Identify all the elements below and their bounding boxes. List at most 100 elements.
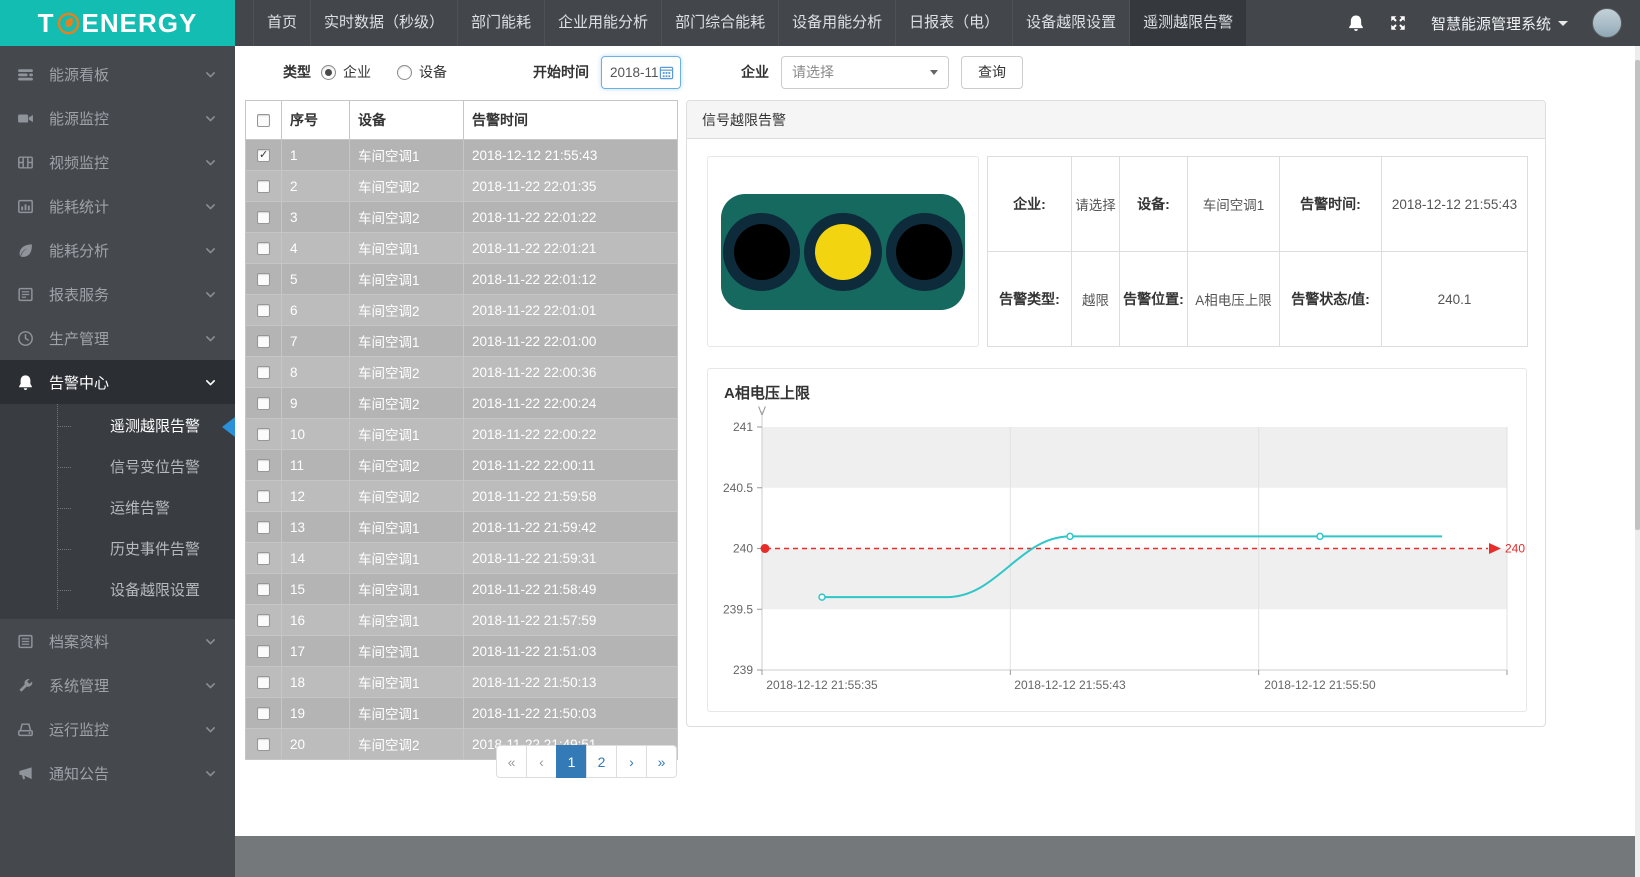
system-title-dropdown[interactable]: 智慧能源管理系统	[1431, 13, 1568, 34]
top-nav-item[interactable]: 遥测越限告警	[1129, 0, 1246, 46]
top-nav-item[interactable]: 部门综合能耗	[661, 0, 778, 46]
row-checkbox[interactable]	[257, 273, 270, 286]
page-button[interactable]: «	[496, 745, 527, 778]
sidebar-subitem[interactable]: 运维告警	[0, 488, 235, 529]
top-nav-item[interactable]: 企业用能分析	[544, 0, 661, 46]
clock-icon	[17, 330, 34, 347]
table-row[interactable]: 14车间空调12018-11-22 21:59:31	[246, 543, 678, 574]
row-checkbox-cell	[246, 450, 282, 481]
sidebar-item[interactable]: 生产管理	[0, 316, 235, 360]
sidebar-item[interactable]: 视频监控	[0, 140, 235, 184]
sidebar-item[interactable]: 运行监控	[0, 707, 235, 751]
start-time-input[interactable]: 2018-11	[601, 56, 681, 89]
sidebar-item[interactable]: 能耗分析	[0, 228, 235, 272]
row-checkbox[interactable]	[257, 521, 270, 534]
table-row[interactable]: 13车间空调12018-11-22 21:59:42	[246, 512, 678, 543]
row-cell-num: 3	[282, 202, 350, 233]
table-row[interactable]: 9车间空调22018-11-22 22:00:24	[246, 388, 678, 419]
row-checkbox[interactable]	[257, 211, 270, 224]
row-checkbox[interactable]	[257, 707, 270, 720]
sidebar-item[interactable]: 告警中心	[0, 360, 235, 404]
top-nav-item[interactable]: 实时数据（秒级）	[310, 0, 457, 46]
table-row[interactable]: 19车间空调12018-11-22 21:50:03	[246, 698, 678, 729]
table-row[interactable]: 12车间空调22018-11-22 21:59:58	[246, 481, 678, 512]
header-right: 智慧能源管理系统	[1347, 0, 1640, 46]
avatar[interactable]	[1592, 8, 1622, 38]
table-row[interactable]: 11车间空调22018-11-22 22:00:11	[246, 450, 678, 481]
page-scrollbar[interactable]	[1635, 46, 1640, 877]
sidebar-item[interactable]: 通知公告	[0, 751, 235, 795]
table-row[interactable]: 5车间空调12018-11-22 22:01:12	[246, 264, 678, 295]
sidebar-item[interactable]: 能耗统计	[0, 184, 235, 228]
info-value: 2018-12-12 21:55:43	[1382, 157, 1528, 252]
top-nav-item[interactable]: 部门能耗	[457, 0, 544, 46]
row-checkbox[interactable]	[257, 583, 270, 596]
top-nav-item[interactable]: 日报表（电）	[895, 0, 1012, 46]
row-checkbox[interactable]	[257, 366, 270, 379]
info-value: 越限	[1072, 252, 1120, 347]
select-all-checkbox[interactable]	[257, 114, 270, 127]
page-button[interactable]: ›	[616, 745, 647, 778]
radio-enterprise[interactable]: 企业	[321, 62, 371, 82]
enterprise-select[interactable]: 请选择	[781, 56, 949, 89]
page-button[interactable]: 1	[556, 745, 587, 778]
row-cell-num: 15	[282, 574, 350, 605]
sidebar-item[interactable]: 系统管理	[0, 663, 235, 707]
page-button[interactable]: ‹	[526, 745, 557, 778]
sidebar-subitem[interactable]: 历史事件告警	[0, 529, 235, 570]
row-checkbox[interactable]	[257, 645, 270, 658]
sidebar-subitem[interactable]: 信号变位告警	[0, 447, 235, 488]
table-row[interactable]: 6车间空调22018-11-22 22:01:01	[246, 295, 678, 326]
row-checkbox[interactable]	[257, 304, 270, 317]
row-checkbox[interactable]	[257, 180, 270, 193]
table-row[interactable]: 1车间空调12018-12-12 21:55:43	[246, 140, 678, 171]
table-row[interactable]: 3车间空调22018-11-22 22:01:22	[246, 202, 678, 233]
row-checkbox[interactable]	[257, 459, 270, 472]
top-nav-item[interactable]: 设备越限设置	[1012, 0, 1129, 46]
sidebar-item[interactable]: 能源看板	[0, 52, 235, 96]
sidebar-subitem[interactable]: 遥测越限告警	[0, 406, 235, 447]
sidebar-item[interactable]: 报表服务	[0, 272, 235, 316]
calendar-icon[interactable]	[659, 65, 674, 80]
table-row[interactable]: 17车间空调12018-11-22 21:51:03	[246, 636, 678, 667]
row-checkbox[interactable]	[257, 335, 270, 348]
table-row[interactable]: 10车间空调12018-11-22 22:00:22	[246, 419, 678, 450]
row-cell-device: 车间空调2	[350, 388, 464, 419]
bell-icon[interactable]	[1347, 14, 1365, 32]
sidebar-item[interactable]: 能源监控	[0, 96, 235, 140]
page-button[interactable]: 2	[586, 745, 617, 778]
row-checkbox[interactable]	[257, 397, 270, 410]
table-row[interactable]: 8车间空调22018-11-22 22:00:36	[246, 357, 678, 388]
row-checkbox-cell	[246, 202, 282, 233]
query-button[interactable]: 查询	[961, 56, 1023, 89]
sidebar-subitem[interactable]: 设备越限设置	[0, 570, 235, 611]
sidebar-item[interactable]: 档案资料	[0, 619, 235, 663]
row-checkbox[interactable]	[257, 614, 270, 627]
page-button[interactable]: »	[646, 745, 677, 778]
info-value: 请选择	[1072, 157, 1120, 252]
table-row[interactable]: 15车间空调12018-11-22 21:58:49	[246, 574, 678, 605]
radio-icon[interactable]	[397, 65, 412, 80]
top-nav-item[interactable]: 首页	[253, 0, 310, 46]
row-checkbox[interactable]	[257, 242, 270, 255]
row-checkbox[interactable]	[257, 149, 270, 162]
table-row[interactable]: 16车间空调12018-11-22 21:57:59	[246, 605, 678, 636]
report-icon	[17, 286, 34, 303]
row-checkbox[interactable]	[257, 428, 270, 441]
fullscreen-icon[interactable]	[1389, 14, 1407, 32]
table-row[interactable]: 4车间空调12018-11-22 22:01:21	[246, 233, 678, 264]
row-checkbox[interactable]	[257, 676, 270, 689]
scrollbar-thumb[interactable]	[1635, 60, 1640, 530]
table-row[interactable]: 2车间空调22018-11-22 22:01:35	[246, 171, 678, 202]
radio-device[interactable]: 设备	[397, 62, 447, 82]
row-cell-time: 2018-11-22 22:01:00	[464, 326, 678, 357]
table-row[interactable]: 18车间空调12018-11-22 21:50:13	[246, 667, 678, 698]
row-checkbox[interactable]	[257, 552, 270, 565]
table-row[interactable]: 7车间空调12018-11-22 22:01:00	[246, 326, 678, 357]
row-checkbox[interactable]	[257, 490, 270, 503]
film-icon	[17, 154, 34, 171]
chevron-down-icon	[204, 376, 217, 389]
radio-icon[interactable]	[321, 65, 336, 80]
row-cell-device: 车间空调2	[350, 295, 464, 326]
top-nav-item[interactable]: 设备用能分析	[778, 0, 895, 46]
